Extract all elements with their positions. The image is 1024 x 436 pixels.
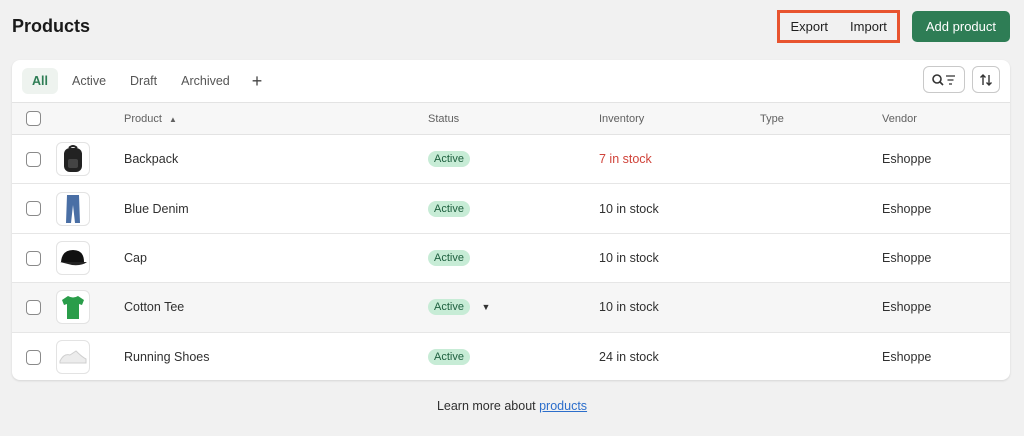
type-value (760, 135, 882, 184)
row-checkbox[interactable] (26, 151, 41, 167)
backpack-image[interactable] (56, 142, 90, 177)
add-product-button[interactable]: Add product (911, 11, 1010, 42)
column-status: Status (428, 112, 460, 125)
status-badge: Active (428, 151, 470, 168)
row-checkbox[interactable] (26, 349, 41, 365)
footer-text: Learn more about (436, 399, 536, 413)
header-actions: Export Import Add product (777, 10, 1010, 43)
row-checkbox[interactable] (26, 250, 41, 266)
tshirt-image[interactable] (56, 290, 90, 325)
inventory-value: 24 in stock (599, 350, 659, 364)
table-row[interactable]: Cotton Tee Active ▼ 10 in stock Eshoppe (12, 282, 1010, 333)
import-button[interactable]: Import (850, 19, 887, 34)
sort-button[interactable] (972, 66, 1000, 93)
products-card: All Active Draft Archived + Product ▲ St… (12, 60, 1010, 380)
tabs-row: All Active Draft Archived + (12, 60, 1010, 102)
export-button[interactable]: Export (790, 19, 828, 34)
vendor-value: Eshoppe (882, 250, 932, 265)
sort-icon (980, 73, 992, 86)
table-row[interactable]: Backpack Active 7 in stock Eshoppe (12, 135, 1010, 184)
inventory-value: 7 in stock (599, 152, 652, 167)
vendor-value: Eshoppe (882, 300, 932, 315)
products-table: Product ▲ Status Inventory Type Vendor B… (12, 102, 1010, 380)
tab-active[interactable]: Active (62, 68, 116, 94)
inventory-value: 10 in stock (599, 250, 659, 265)
select-all-checkbox[interactable] (26, 111, 41, 126)
jeans-image[interactable] (56, 191, 90, 226)
table-header-row: Product ▲ Status Inventory Type Vendor (12, 102, 1010, 135)
product-name[interactable]: Cotton Tee (124, 283, 428, 332)
page-title: Products (12, 16, 91, 36)
chevron-down-icon[interactable]: ▼ (481, 302, 490, 312)
product-name[interactable]: Blue Denim (124, 184, 428, 233)
footer: Learn more about products (0, 399, 1024, 413)
type-value (760, 332, 882, 380)
search-filter-button[interactable] (923, 66, 965, 93)
inventory-value: 10 in stock (599, 201, 659, 216)
status-badge: Active (428, 200, 470, 217)
row-checkbox[interactable] (26, 299, 41, 315)
column-type: Type (760, 112, 784, 125)
tab-all[interactable]: All (22, 68, 58, 94)
row-checkbox[interactable] (26, 201, 41, 217)
status-badge: Active (428, 249, 470, 266)
status-badge[interactable]: Active (428, 299, 470, 316)
type-value (760, 233, 882, 282)
vendor-value: Eshoppe (882, 350, 932, 364)
vendor-value: Eshoppe (882, 152, 932, 167)
table-row[interactable]: Blue Denim Active 10 in stock Eshoppe (12, 184, 1010, 234)
shoes-image[interactable] (56, 340, 90, 374)
products-link[interactable]: products (539, 399, 587, 413)
cap-image[interactable] (56, 240, 90, 275)
import-export-group: Export Import (777, 10, 900, 43)
column-product[interactable]: Product ▲ (124, 103, 428, 135)
inventory-value: 10 in stock (599, 300, 659, 315)
type-value (760, 184, 882, 233)
table-row[interactable]: Cap Active 10 in stock Eshoppe (12, 233, 1010, 283)
column-vendor: Vendor (882, 112, 917, 125)
tab-draft[interactable]: Draft (120, 68, 167, 94)
search-filter-icon (932, 73, 955, 86)
status-badge: Active (428, 349, 470, 365)
product-name[interactable]: Cap (124, 233, 428, 282)
table-row[interactable]: Running Shoes Active 24 in stock Eshoppe (12, 332, 1010, 380)
product-name[interactable]: Running Shoes (124, 332, 428, 380)
sort-arrows-icon[interactable]: ▲ (169, 115, 177, 124)
column-inventory: Inventory (599, 112, 645, 125)
tab-archived[interactable]: Archived (171, 68, 240, 94)
plus-icon[interactable]: + (244, 69, 271, 94)
type-value (760, 283, 882, 332)
product-name[interactable]: Backpack (124, 135, 428, 184)
vendor-value: Eshoppe (882, 201, 932, 216)
